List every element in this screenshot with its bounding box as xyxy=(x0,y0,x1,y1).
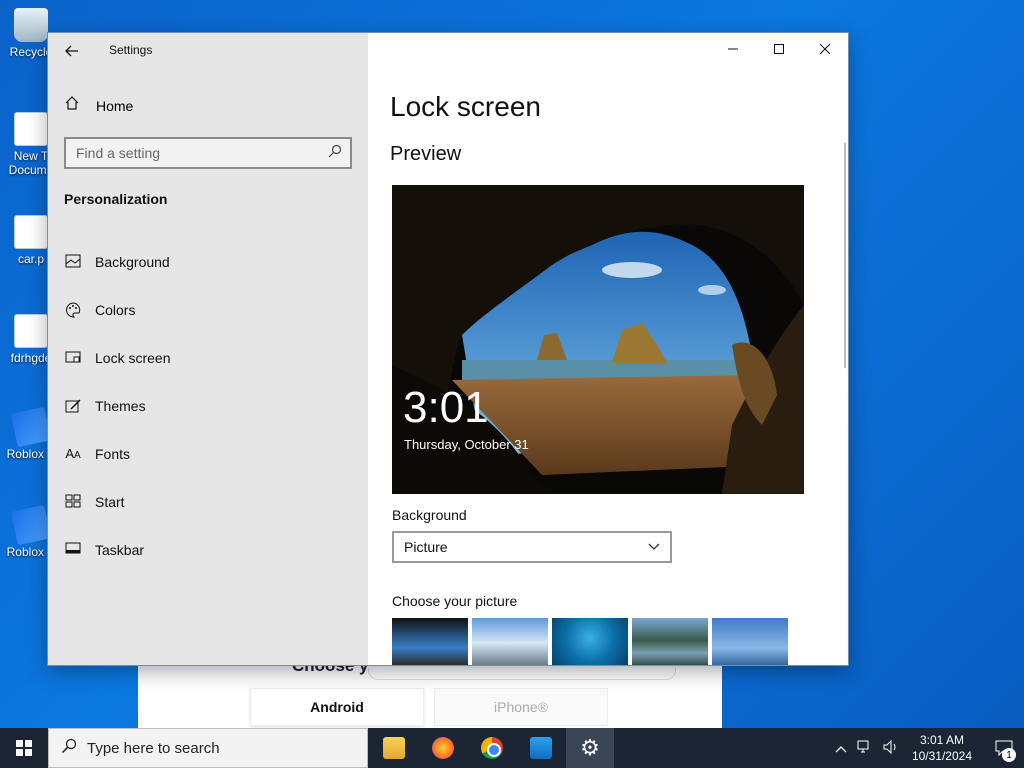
minimize-icon xyxy=(728,48,738,50)
picture-thumbnail[interactable] xyxy=(712,618,788,665)
back-arrow-icon xyxy=(65,45,78,57)
nav-label: Fonts xyxy=(95,446,131,462)
image-file-icon xyxy=(14,215,48,249)
taskbar-icon xyxy=(64,542,82,558)
page-title: Lock screen xyxy=(390,91,541,122)
firefox-icon xyxy=(432,737,454,759)
taskbar-firefox[interactable] xyxy=(419,728,467,768)
chrome-icon xyxy=(481,737,503,759)
picture-thumbnail[interactable] xyxy=(472,618,548,665)
find-setting-input[interactable]: Find a setting xyxy=(64,137,352,169)
window-caption-buttons xyxy=(710,33,848,65)
personalization-nav: Background Colors Lock screen Themes AA … xyxy=(64,238,354,574)
action-center-button[interactable]: 1 xyxy=(984,728,1024,768)
picture-thumbnail[interactable] xyxy=(392,618,468,665)
background-dropdown[interactable]: Picture xyxy=(392,531,672,563)
notification-count-badge: 1 xyxy=(1002,748,1016,762)
nav-item-themes[interactable]: Themes xyxy=(64,382,354,430)
nav-label: Themes xyxy=(95,398,146,414)
settings-gear-icon: ⚙ xyxy=(580,735,600,760)
nav-label: Start xyxy=(95,494,125,510)
lock-screen-icon xyxy=(64,350,82,366)
picture-thumbnail[interactable] xyxy=(632,618,708,665)
taskbar-search-box[interactable]: Type here to search xyxy=(48,728,368,768)
section-heading: Personalization xyxy=(64,191,168,207)
close-icon xyxy=(820,44,830,54)
nav-item-lock-screen[interactable]: Lock screen xyxy=(64,334,354,382)
nav-item-taskbar[interactable]: Taskbar xyxy=(64,526,354,574)
back-button[interactable] xyxy=(60,39,84,63)
chevron-down-icon xyxy=(648,539,660,554)
settings-window: Settings Home Find a setting Personaliza… xyxy=(48,33,848,665)
background-dropdown-value: Picture xyxy=(404,539,448,555)
taskbar-chrome[interactable] xyxy=(468,728,516,768)
nav-label: Colors xyxy=(95,302,136,318)
nav-label: Lock screen xyxy=(95,350,171,366)
roblox-studio-icon xyxy=(10,406,52,448)
settings-content: Lock screen Preview 3:01 Thursday, Octob… xyxy=(368,33,848,665)
search-icon xyxy=(61,738,77,759)
home-nav-item[interactable]: Home xyxy=(64,95,133,116)
preview-heading: Preview xyxy=(390,143,462,165)
search-icon xyxy=(328,144,342,161)
preview-clock: 3:01 xyxy=(403,383,489,432)
settings-sidebar: Settings Home Find a setting Personaliza… xyxy=(48,33,368,665)
search-placeholder: Find a setting xyxy=(76,145,161,161)
minimize-button[interactable] xyxy=(710,33,756,65)
nav-item-background[interactable]: Background xyxy=(64,238,354,286)
taskbar-settings[interactable]: ⚙ xyxy=(566,728,614,768)
home-label: Home xyxy=(96,97,134,114)
taskbar-search-placeholder: Type here to search xyxy=(87,739,220,757)
taskbar-date: 10/31/2024 xyxy=(911,749,972,763)
windows-logo-icon xyxy=(16,740,32,756)
nav-label: Background xyxy=(95,254,170,270)
nav-item-fonts[interactable]: AA Fonts xyxy=(64,430,354,478)
lock-screen-preview: 3:01 Thursday, October 31 xyxy=(392,185,804,494)
maximize-button[interactable] xyxy=(756,33,802,65)
start-button[interactable] xyxy=(0,728,48,768)
android-button[interactable]: Android xyxy=(250,688,424,726)
content-scrollbar[interactable] xyxy=(844,143,846,368)
close-button[interactable] xyxy=(802,33,848,65)
image-file-icon xyxy=(14,314,48,348)
taskbar-time: 3:01 AM xyxy=(919,733,964,747)
picture-thumbnails xyxy=(392,618,788,665)
document-icon xyxy=(14,112,48,146)
font-icon: AA xyxy=(65,446,81,461)
palette-icon xyxy=(64,302,82,318)
preview-date: Thursday, October 31 xyxy=(404,437,529,452)
nav-item-colors[interactable]: Colors xyxy=(64,286,354,334)
start-icon xyxy=(64,494,82,510)
show-hidden-icons-chevron-icon[interactable] xyxy=(835,741,847,756)
background-label: Background xyxy=(392,507,467,523)
brush-icon xyxy=(64,398,82,414)
dialog-tab-indicator xyxy=(368,668,676,680)
taskbar-store[interactable] xyxy=(517,728,565,768)
store-icon xyxy=(530,737,552,759)
volume-icon[interactable] xyxy=(883,739,899,757)
choose-picture-label: Choose your picture xyxy=(392,593,518,609)
network-icon[interactable] xyxy=(857,740,873,757)
home-icon xyxy=(64,95,82,116)
file-explorer-icon xyxy=(383,737,405,759)
taskbar-file-explorer[interactable] xyxy=(370,728,418,768)
nav-label: Taskbar xyxy=(95,542,145,558)
picture-icon xyxy=(64,254,82,270)
maximize-icon xyxy=(774,44,784,54)
taskbar: Type here to search ⚙ 3:01 AM 10/31/2024… xyxy=(0,728,1024,768)
system-tray: 3:01 AM 10/31/2024 1 xyxy=(830,728,1024,768)
iphone-button[interactable]: iPhone® xyxy=(434,688,608,726)
nav-item-start[interactable]: Start xyxy=(64,478,354,526)
roblox-player-icon xyxy=(10,504,52,546)
picture-thumbnail[interactable] xyxy=(552,618,628,665)
app-title: Settings xyxy=(109,43,153,57)
taskbar-clock[interactable]: 3:01 AM 10/31/2024 xyxy=(912,732,972,764)
recycle-bin-icon xyxy=(14,8,48,42)
